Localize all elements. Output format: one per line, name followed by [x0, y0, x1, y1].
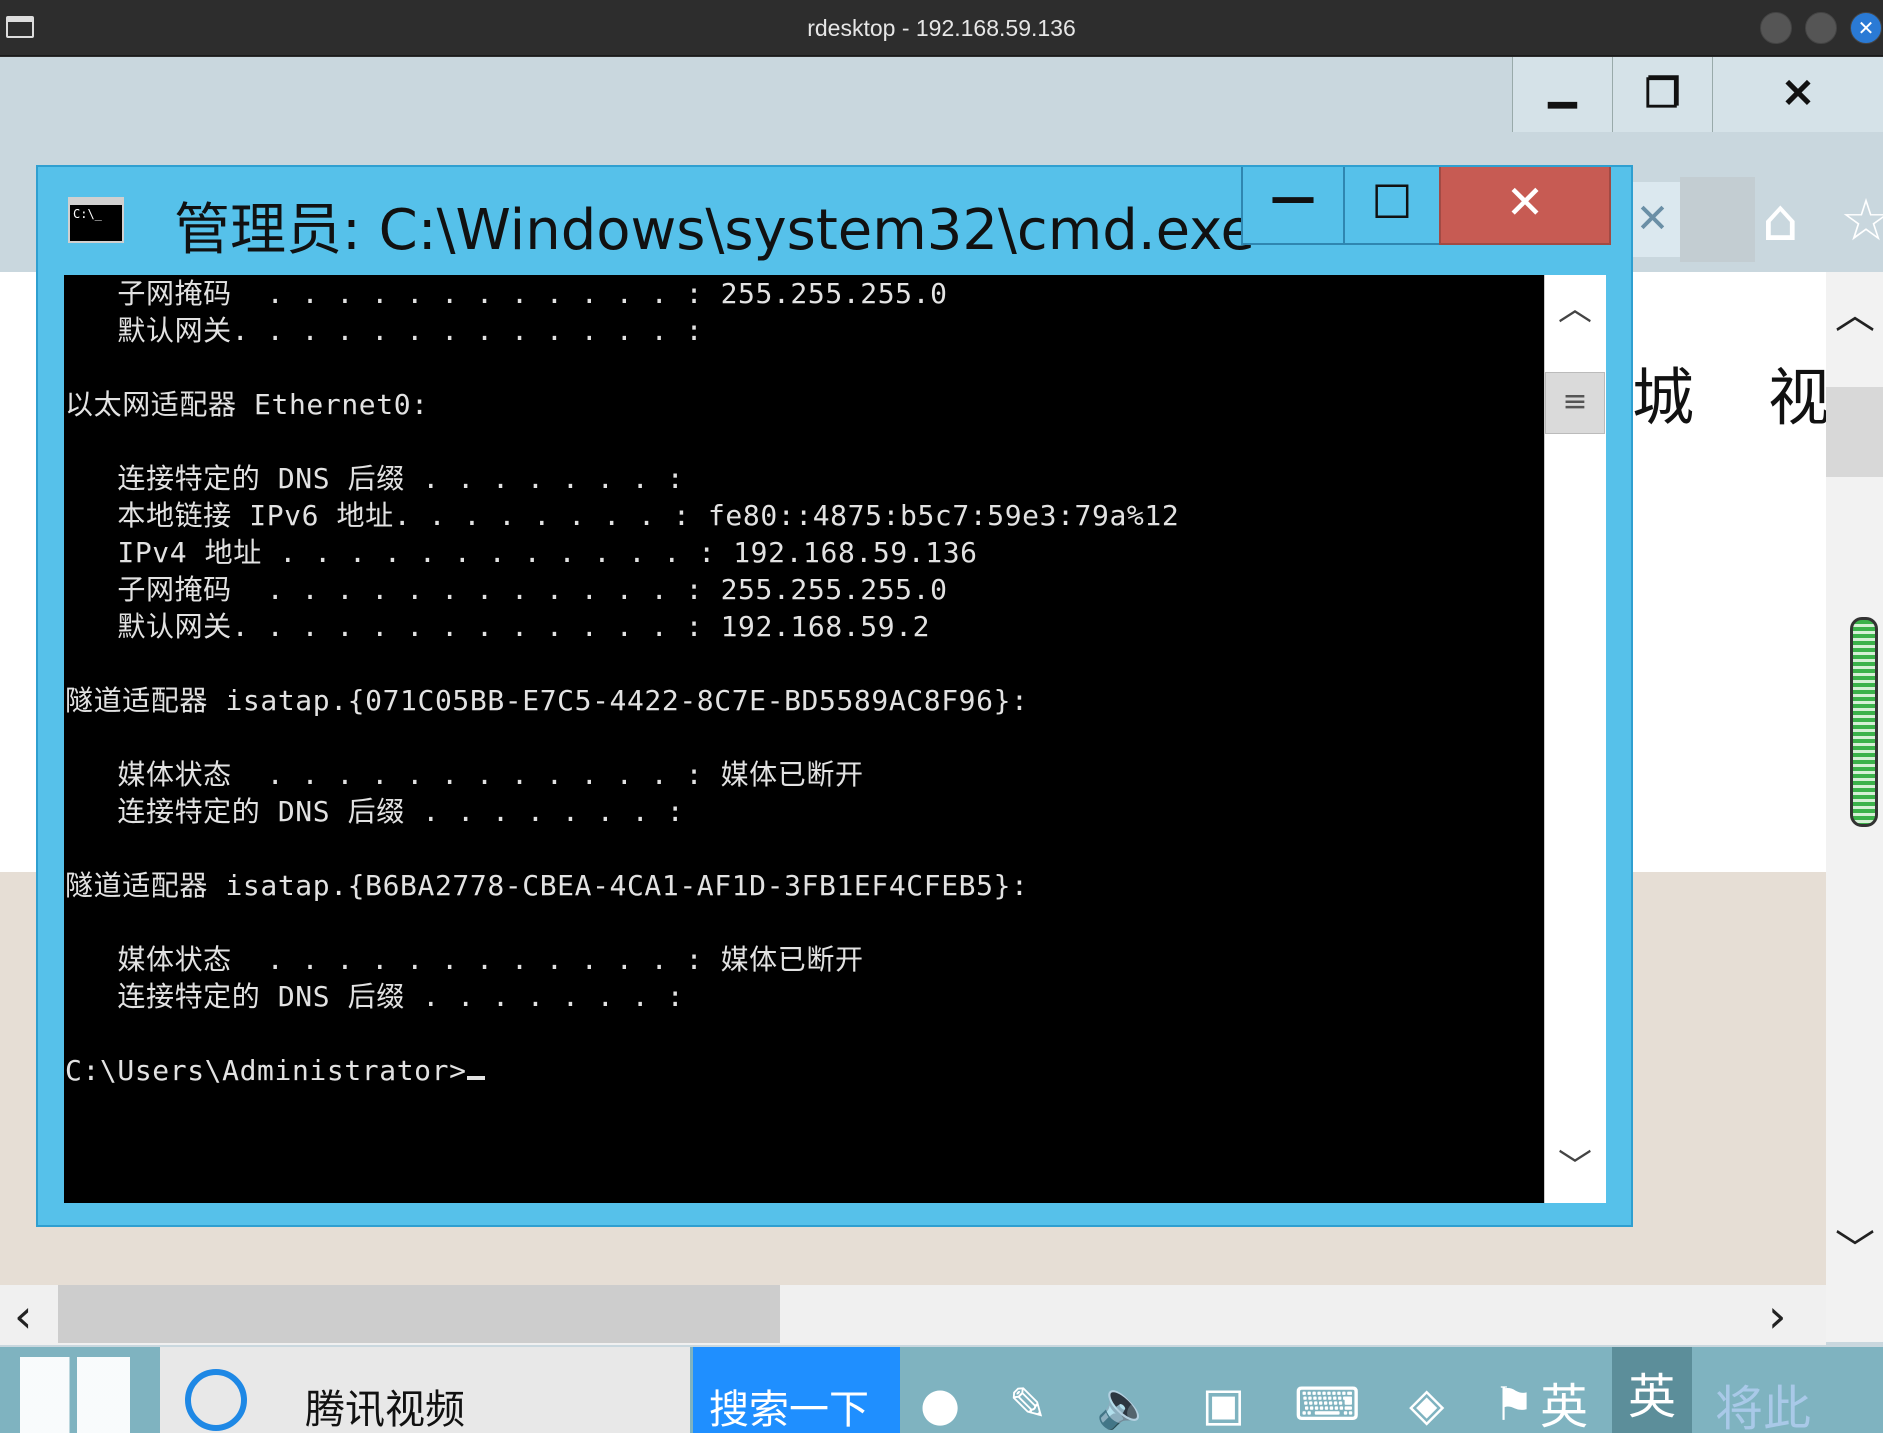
console-text: 子网掩码 . . . . . . . . . . . . : 255.255.2… [64, 275, 1544, 1089]
console-line: 本地链接 IPv6 地址. . . . . . . . : fe80::4875… [65, 499, 1180, 532]
tray-icons: ● ✎ 🔈 ▣ ⌨ ◈ ⚑ [920, 1377, 1568, 1433]
favorites-star-icon[interactable]: ☆ [1840, 185, 1883, 255]
console-line: 子网掩码 . . . . . . . . . . . . : 255.255.2… [65, 573, 948, 606]
console-line: 媒体状态 . . . . . . . . . . . . : 媒体已断开 [65, 943, 864, 976]
flag-icon[interactable]: ⚑ [1493, 1377, 1534, 1431]
page-nav-text[interactable]: 视 [1768, 347, 1830, 437]
browser-tab-close-icon[interactable]: ✕ [1625, 182, 1680, 257]
cmd-window-title: 管理员: C:\Windows\system32\cmd.exe [174, 198, 1255, 263]
start-button[interactable] [20, 1357, 130, 1433]
taskbar-item-label: 腾讯视频 [305, 1387, 465, 1433]
console-line: 连接特定的 DNS 后缀 . . . . . . . : [65, 795, 685, 828]
scroll-thumb[interactable]: ≡ [1545, 372, 1605, 434]
scroll-left-icon[interactable]: ‹ [14, 1293, 32, 1339]
console-line: 子网掩码 . . . . . . . . . . . . : 255.255.2… [65, 277, 948, 310]
taskbar: 腾讯视频 搜索一下 ● ✎ 🔈 ▣ ⌨ ◈ ⚑ 英 英 将此 [0, 1347, 1883, 1433]
browser-close-button[interactable]: ✕ [1712, 57, 1883, 132]
browser-new-tab[interactable] [1680, 177, 1755, 262]
console-line: 以太网适配器 Ethernet0: [65, 388, 429, 421]
minimize-button[interactable]: — [1241, 167, 1345, 245]
console-line: IPv4 地址 . . . . . . . . . . . . : 192.16… [65, 536, 978, 569]
host-title-bar: rdesktop - 192.168.59.136 ✕ [0, 0, 1883, 56]
browser-scroll-thumb[interactable] [1826, 387, 1883, 477]
network-icon[interactable]: ▣ [1202, 1377, 1245, 1431]
ime-indicator[interactable]: 英 [1540, 1367, 1588, 1433]
console-output[interactable]: 子网掩码 . . . . . . . . . . . . : 255.255.2… [64, 275, 1544, 1203]
console-line: C:\Users\Administrator> [65, 1052, 1544, 1089]
speaker-icon[interactable]: 🔈 [1096, 1377, 1153, 1432]
console-line: 连接特定的 DNS 后缀 . . . . . . . : [65, 980, 685, 1013]
ie-icon [185, 1369, 247, 1431]
cmd-window: C:\_ 管理员: C:\Windows\system32\cmd.exe — … [36, 165, 1633, 1227]
remote-desktop: ▁ ❐ ✕ ✕ ⌂ ☆ 城 视 ︿ ﹀ ‹ › 腾讯视频 搜索一下 ● ✎ 🔈 … [0, 57, 1883, 1433]
console-line: 隧道适配器 isatap.{B6BA2778-CBEA-4CA1-AF1D-3F… [65, 869, 1029, 902]
scroll-up-icon[interactable]: ︿ [1835, 282, 1875, 340]
cmd-icon: C:\_ [68, 197, 124, 243]
browser-hscroll-thumb[interactable] [58, 1285, 780, 1343]
home-icon[interactable]: ⌂ [1762, 185, 1799, 255]
keyboard-icon[interactable]: ⌨ [1294, 1377, 1360, 1431]
console-line: 媒体状态 . . . . . . . . . . . . : 媒体已断开 [65, 758, 864, 791]
scroll-down-icon[interactable]: ﹀ [1544, 1135, 1606, 1199]
text-cursor [466, 1076, 485, 1080]
browser-minimize-button[interactable]: ▁ [1512, 57, 1612, 132]
console-line: 连接特定的 DNS 后缀 . . . . . . . : [65, 462, 685, 495]
browser-window-controls: ▁ ❐ ✕ [1512, 57, 1883, 132]
scroll-down-icon[interactable]: ﹀ [1835, 1217, 1875, 1275]
faded-text: 将此 [1715, 1381, 1812, 1433]
close-button[interactable]: ✕ [1439, 167, 1611, 245]
host-maximize-button[interactable] [1805, 12, 1837, 44]
scroll-right-icon[interactable]: › [1768, 1293, 1786, 1339]
console-line: 默认网关. . . . . . . . . . . . . : [65, 314, 704, 347]
maximize-button[interactable]: ☐ [1343, 167, 1441, 245]
scroll-up-icon[interactable]: ︿ [1544, 277, 1606, 341]
host-close-button[interactable]: ✕ [1850, 12, 1882, 44]
page-nav-text[interactable]: 城 [1632, 347, 1694, 437]
console-line: 隧道适配器 isatap.{071C05BB-E7C5-4422-8C7E-BD… [65, 684, 1029, 717]
volume-meter [1850, 617, 1878, 827]
host-minimize-button[interactable] [1760, 12, 1792, 44]
browser-restore-button[interactable]: ❐ [1612, 57, 1712, 132]
shield-icon[interactable]: ● [920, 1377, 960, 1431]
host-window-title: rdesktop - 192.168.59.136 [807, 15, 1076, 41]
console-line: 默认网关. . . . . . . . . . . . . : 192.168.… [65, 610, 931, 643]
pen-icon[interactable]: ✎ [1009, 1377, 1048, 1431]
language-indicator[interactable]: 英 [1612, 1347, 1692, 1433]
security-icon[interactable]: ◈ [1409, 1377, 1444, 1431]
search-button[interactable]: 搜索一下 [693, 1347, 900, 1433]
